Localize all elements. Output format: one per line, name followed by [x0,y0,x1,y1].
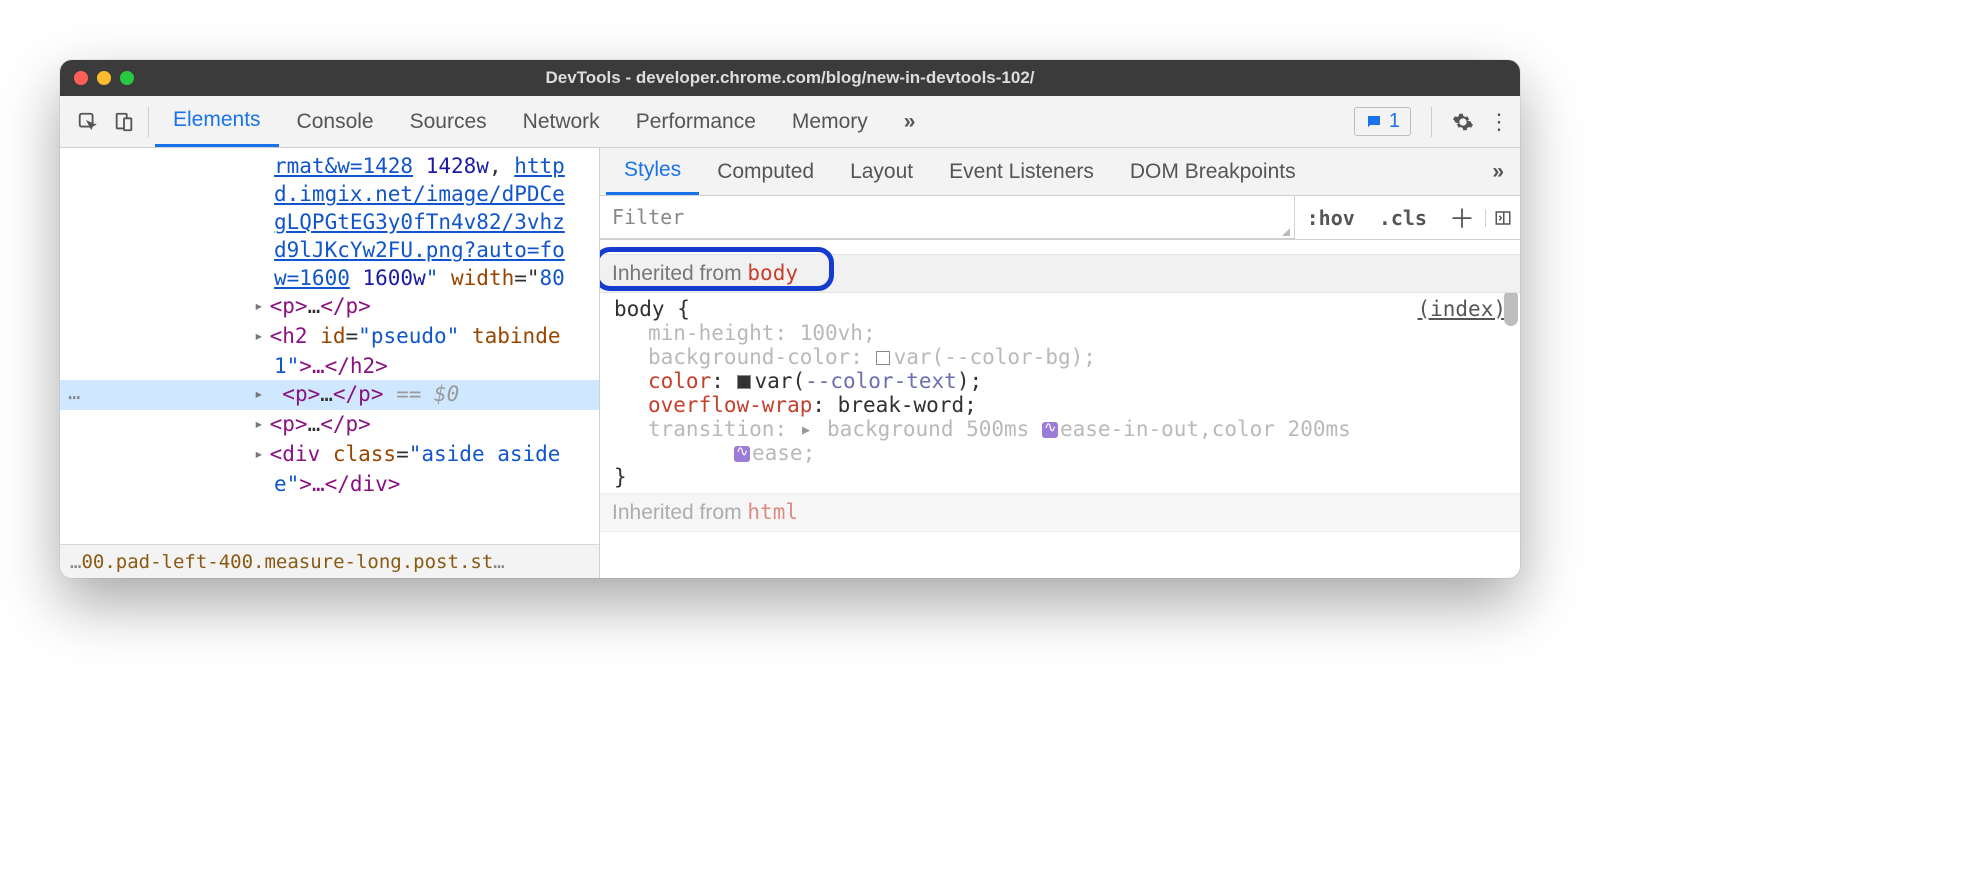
dom-node-p[interactable]: <p>…</p> [60,410,599,440]
tab-layout[interactable]: Layout [832,148,931,195]
dom-text[interactable]: d.imgix.net/image/dPDCe [60,180,599,208]
dom-text[interactable]: gLQPGtEG3y0fTn4v82/3vhz [60,208,599,236]
tab-event-listeners[interactable]: Event Listeners [931,148,1112,195]
new-style-rule-button[interactable]: ＋ [1439,199,1485,236]
hover-toggle-button[interactable]: :hov [1295,206,1367,230]
css-property[interactable]: transition: ▸ background 500ms ease-in-o… [614,417,1506,441]
breadcrumb-text[interactable]: 00.pad-left-400.measure-long.post.st [81,551,493,573]
color-swatch-icon[interactable] [876,351,890,365]
filter-placeholder: Filter [612,205,684,229]
source-file-link[interactable]: (index) [1417,297,1506,321]
dom-text[interactable]: rmat&w=1428 1428w, http [60,152,599,180]
inherited-from-separator[interactable]: Inherited from html [600,493,1520,532]
color-swatch-icon[interactable] [737,375,751,389]
titlebar: DevTools - developer.chrome.com/blog/new… [60,60,1520,96]
issues-button[interactable]: 1 [1354,107,1411,136]
dom-node-h2-cont[interactable]: 1">…</h2> [60,352,599,380]
dom-node-div[interactable]: <div class="aside aside [60,440,599,470]
separator [1431,107,1432,137]
settings-gear-icon[interactable] [1452,111,1474,133]
css-property[interactable]: background-color: var(--color-bg); [614,345,1506,369]
tab-elements[interactable]: Elements [155,96,279,147]
main-toolbar: Elements Console Sources Network Perform… [60,96,1520,148]
css-property-cont[interactable]: ease; [614,441,1506,465]
css-property[interactable]: color: var(--color-text); [614,369,1506,393]
window-title: DevTools - developer.chrome.com/blog/new… [60,68,1520,88]
devtools-window: DevTools - developer.chrome.com/blog/new… [60,60,1520,578]
breadcrumb[interactable]: … 00.pad-left-400.measure-long.post.st … [60,544,599,578]
styles-filter-bar: Filter :hov .cls ＋ [600,196,1520,240]
dom-text[interactable]: d9lJKcYw2FU.png?auto=fo [60,236,599,264]
resize-handle-icon[interactable] [1282,228,1290,236]
tab-styles[interactable]: Styles [606,148,699,195]
inherited-from-separator[interactable]: Inherited from body [600,254,1520,293]
issues-count: 1 [1389,110,1400,133]
inspect-element-icon[interactable] [70,111,106,133]
cls-toggle-button[interactable]: .cls [1367,206,1439,230]
tabs-overflow[interactable]: » [886,96,934,147]
dom-node-p[interactable]: <p>…</p> [60,292,599,322]
more-menu-icon[interactable]: ⋮ [1488,109,1510,135]
css-property[interactable]: overflow-wrap: break-word; [614,393,1506,417]
device-toggle-icon[interactable] [106,111,142,133]
scrollbar-thumb[interactable] [1504,290,1518,326]
dom-node-p-selected[interactable]: ⋯ <p>…</p> == $0 [60,380,599,410]
tab-network[interactable]: Network [505,96,618,147]
bezier-editor-icon[interactable] [1042,422,1058,438]
filter-input[interactable]: Filter [600,196,1295,239]
subtabs-overflow[interactable]: » [1482,160,1514,184]
tab-memory[interactable]: Memory [774,96,886,147]
dom-node-h2[interactable]: <h2 id="pseudo" tabinde [60,322,599,352]
computed-sidebar-toggle-icon[interactable] [1485,209,1520,227]
overflow-dots-icon[interactable]: ⋯ [68,384,80,410]
separator [148,107,149,137]
tab-computed[interactable]: Computed [699,148,832,195]
sidebar-tabs: Styles Computed Layout Event Listeners D… [600,148,1520,196]
tab-console[interactable]: Console [279,96,392,147]
main-tabs: Elements Console Sources Network Perform… [155,96,933,147]
bezier-editor-icon[interactable] [734,446,750,462]
tab-performance[interactable]: Performance [618,96,774,147]
rule-selector[interactable]: body { [614,297,1506,321]
dom-node-div-cont[interactable]: e">…</div> [60,470,599,498]
style-rule-body[interactable]: (index) body { min-height: 100vh; backgr… [600,293,1520,493]
tab-sources[interactable]: Sources [392,96,505,147]
css-property[interactable]: min-height: 100vh; [614,321,1506,345]
rule-close: } [614,465,1506,489]
dom-text[interactable]: w=1600 1600w" width="80 [60,264,599,292]
styles-pane: Styles Computed Layout Event Listeners D… [600,148,1520,578]
elements-tree[interactable]: rmat&w=1428 1428w, http d.imgix.net/imag… [60,148,600,578]
tab-dom-breakpoints[interactable]: DOM Breakpoints [1112,148,1314,195]
styles-list[interactable]: Inherited from body (index) body { min-h… [600,240,1520,578]
